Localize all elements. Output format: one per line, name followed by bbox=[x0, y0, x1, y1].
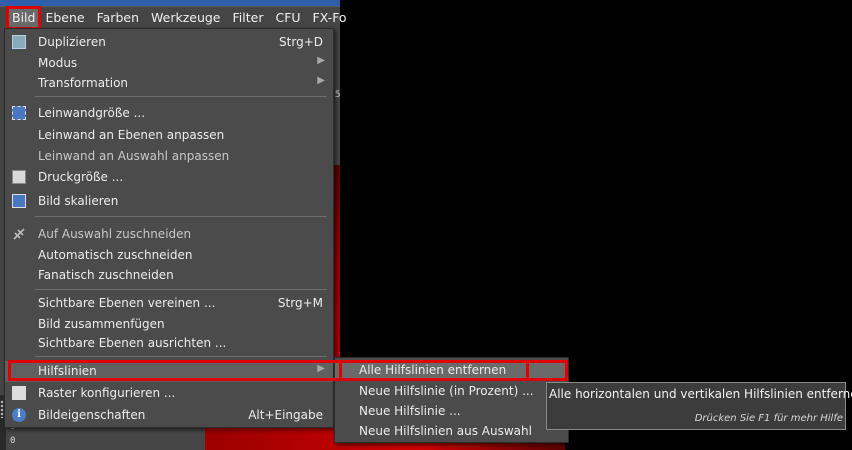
menu-separator bbox=[35, 96, 327, 97]
menu-item-accelerator: Strg+D bbox=[279, 35, 323, 49]
menu-item-label: Hilfslinien bbox=[38, 364, 97, 378]
menu-cfu[interactable]: CFU bbox=[269, 8, 306, 28]
menu-ebene[interactable]: Ebene bbox=[39, 8, 90, 28]
menu-item-accelerator: Alt+Eingabe bbox=[248, 408, 323, 422]
crop-icon bbox=[12, 227, 26, 241]
menu-item-label: Duplizieren bbox=[38, 35, 106, 49]
menu-item-leinwand-an-ebenen[interactable]: Leinwand an Ebenen anpassen bbox=[5, 125, 333, 146]
menu-item-bild-zusammenfuegen[interactable]: Bild zusammenfügen bbox=[5, 314, 333, 335]
submenu-item-label: Alle Hilfslinien entfernen bbox=[359, 363, 507, 377]
canvas-size-icon bbox=[12, 106, 26, 120]
menu-item-hilfslinien[interactable]: Hilfslinien ▶ bbox=[5, 361, 333, 382]
grid-icon bbox=[12, 386, 26, 400]
tooltip-hint: Drücken Sie F1 für mehr Hilfe bbox=[694, 413, 843, 424]
menu-item-duplizieren[interactable]: Duplizieren Strg+D bbox=[5, 32, 333, 53]
menu-item-leinwand-an-auswahl: Leinwand an Auswahl anpassen bbox=[5, 146, 333, 167]
menu-item-sichtbare-ebenen-vereinen[interactable]: Sichtbare Ebenen vereinen ... Strg+M bbox=[5, 293, 333, 314]
menu-bild[interactable]: Bild bbox=[5, 5, 42, 30]
menu-item-label: Druckgröße ... bbox=[38, 170, 124, 184]
ruler-mark: 0 bbox=[10, 436, 16, 446]
menu-item-bildeigenschaften[interactable]: i Bildeigenschaften Alt+Eingabe bbox=[5, 405, 333, 426]
scale-image-icon bbox=[12, 194, 26, 208]
submenu-item-alle-hilfslinien-entfernen[interactable]: Alle Hilfslinien entfernen bbox=[335, 360, 568, 381]
menu-item-accelerator: Strg+M bbox=[277, 296, 323, 310]
submenu-item-label: Neue Hilfslinie (in Prozent) ... bbox=[359, 384, 534, 398]
menu-item-label: Transformation bbox=[38, 76, 129, 90]
submenu-arrow-icon: ▶ bbox=[317, 363, 325, 374]
menu-item-druckgroesse[interactable]: Druckgröße ... bbox=[5, 167, 333, 188]
menu-item-fanatisch-zuschneiden[interactable]: Fanatisch zuschneiden bbox=[5, 265, 333, 286]
print-size-icon bbox=[12, 170, 26, 184]
menubar: Bild Ebene Farben Werkzeuge Filter CFU F… bbox=[0, 5, 347, 30]
menu-item-label: Raster konfigurieren ... bbox=[38, 386, 176, 400]
menu-item-label: Bildeigenschaften bbox=[38, 408, 146, 422]
menu-separator bbox=[35, 356, 327, 357]
menu-item-label: Modus bbox=[38, 56, 78, 70]
hilfslinien-submenu: Alle Hilfslinien entfernen Neue Hilfslin… bbox=[334, 357, 569, 443]
menu-item-modus[interactable]: Modus ▶ bbox=[5, 53, 333, 74]
menu-separator bbox=[35, 216, 327, 217]
tooltip-text: Alle horizontalen und vertikalen Hilfsli… bbox=[549, 387, 852, 401]
menu-item-bild-skalieren[interactable]: Bild skalieren bbox=[5, 191, 333, 212]
submenu-item-label: Neue Hilfslinie ... bbox=[359, 404, 461, 418]
menu-item-label: Fanatisch zuschneiden bbox=[38, 268, 174, 282]
submenu-arrow-icon: ▶ bbox=[317, 75, 325, 86]
menu-item-automatisch-zuschneiden[interactable]: Automatisch zuschneiden bbox=[5, 245, 333, 266]
menu-item-leinwandgroesse[interactable]: Leinwandgröße ... bbox=[5, 103, 333, 124]
info-icon: i bbox=[12, 408, 26, 422]
submenu-item-neue-hilfslinien-aus-auswahl[interactable]: Neue Hilfslinien aus Auswahl bbox=[335, 421, 568, 442]
duplicate-icon bbox=[12, 35, 26, 49]
menu-item-label: Bild zusammenfügen bbox=[38, 317, 165, 331]
menu-filter[interactable]: Filter bbox=[227, 8, 270, 28]
menu-item-transformation[interactable]: Transformation ▶ bbox=[5, 73, 333, 94]
menu-item-label: Auf Auswahl zuschneiden bbox=[38, 227, 192, 241]
submenu-arrow-icon: ▶ bbox=[317, 55, 325, 66]
menu-item-auf-auswahl-zuschneiden: Auf Auswahl zuschneiden bbox=[5, 224, 333, 245]
menu-item-label: Leinwandgröße ... bbox=[38, 106, 146, 120]
tooltip: Alle horizontalen und vertikalen Hilfsli… bbox=[546, 382, 852, 430]
bild-dropdown-menu: Duplizieren Strg+D Modus ▶ Transformatio… bbox=[4, 28, 334, 428]
menu-item-label: Automatisch zuschneiden bbox=[38, 248, 193, 262]
submenu-item-neue-hilfslinie[interactable]: Neue Hilfslinie ... bbox=[335, 401, 568, 422]
menu-farben[interactable]: Farben bbox=[91, 8, 145, 28]
menu-item-label: Leinwand an Ebenen anpassen bbox=[38, 128, 225, 142]
menu-item-raster-konfigurieren[interactable]: Raster konfigurieren ... bbox=[5, 383, 333, 404]
menu-item-label: Sichtbare Ebenen ausrichten ... bbox=[38, 336, 227, 350]
menu-werkzeuge[interactable]: Werkzeuge bbox=[145, 8, 227, 28]
submenu-item-neue-hilfslinie-prozent[interactable]: Neue Hilfslinie (in Prozent) ... bbox=[335, 381, 568, 402]
menu-item-label: Sichtbare Ebenen vereinen ... bbox=[38, 296, 216, 310]
menu-item-sichtbare-ebenen-ausrichten[interactable]: Sichtbare Ebenen ausrichten ... bbox=[5, 333, 333, 354]
menu-fx-foundry[interactable]: FX-Fo bbox=[307, 8, 353, 28]
menu-item-label: Bild skalieren bbox=[38, 194, 119, 208]
submenu-item-label: Neue Hilfslinien aus Auswahl bbox=[359, 424, 532, 438]
menu-item-label: Leinwand an Auswahl anpassen bbox=[38, 149, 230, 163]
menu-separator bbox=[35, 289, 327, 290]
